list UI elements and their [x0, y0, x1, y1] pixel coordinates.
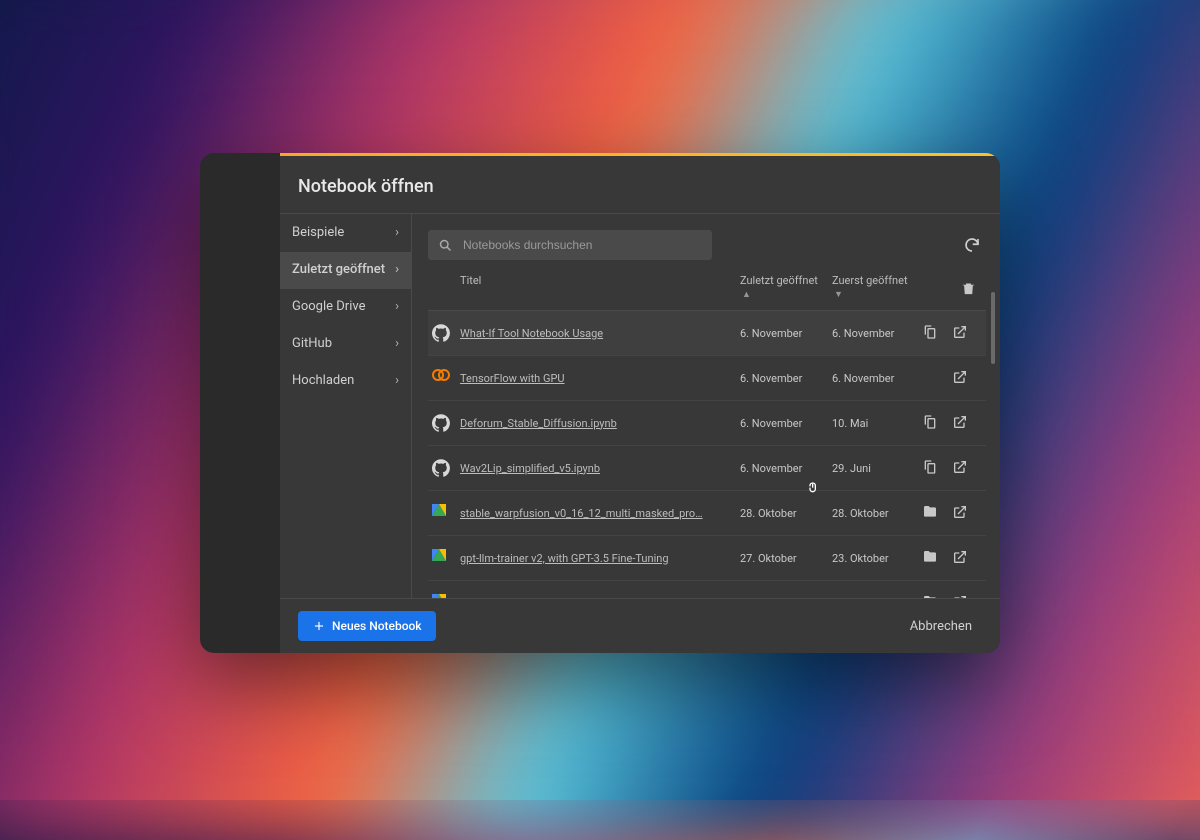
copy-to-drive-button[interactable]: [922, 459, 952, 478]
scrollbar-thumb[interactable]: [991, 292, 995, 364]
open-in-new-tab-button[interactable]: [952, 504, 982, 523]
search-icon: [438, 238, 453, 253]
sidebar-item-github[interactable]: GitHub ›: [280, 326, 411, 363]
sort-asc-icon: ▲: [740, 289, 751, 300]
copy-to-drive-button[interactable]: [922, 414, 952, 433]
notebook-row[interactable]: Wav2Lip_simplified_v5.ipynb6. November29…: [428, 446, 986, 491]
new-notebook-label: Neues Notebook: [332, 619, 422, 633]
drive-icon: [432, 549, 450, 567]
notebook-row[interactable]: gpt-llm-trainer v2, with GPT-3.5 Fine-Tu…: [428, 536, 986, 581]
drive-icon: [432, 594, 450, 598]
notebook-row[interactable]: Deforum_Stable_Diffusion.ipynb6. Novembe…: [428, 401, 986, 446]
last-opened-date: 6. November: [740, 372, 832, 385]
chevron-right-icon: ›: [395, 262, 399, 279]
sidebar-item-label: Beispiele: [292, 225, 344, 242]
open-in-new-tab-button[interactable]: [952, 324, 982, 343]
first-opened-date: 6. November: [832, 327, 922, 340]
drive-icon: [432, 504, 450, 522]
column-header-last-opened[interactable]: Zuletzt geöffnet▲: [740, 274, 832, 300]
open-in-new-tab-button[interactable]: [952, 549, 982, 568]
last-opened-date: 6. November: [740, 462, 832, 475]
chevron-right-icon: ›: [395, 373, 399, 390]
open-in-new-tab-button[interactable]: [952, 369, 982, 388]
notebook-title-link[interactable]: TensorFlow with GPU: [460, 372, 740, 385]
dialog-title: Notebook öffnen: [280, 156, 1000, 213]
search-input[interactable]: [463, 238, 702, 252]
new-notebook-button[interactable]: Neues Notebook: [298, 611, 436, 641]
copy-to-drive-button[interactable]: [922, 504, 952, 523]
sidebar-item-label: Google Drive: [292, 299, 365, 316]
notebook-title-link[interactable]: Wav2Lip_simplified_v5.ipynb: [460, 462, 740, 475]
trash-icon: [961, 281, 976, 296]
last-opened-date: 6. November: [740, 327, 832, 340]
first-opened-date: 29. Juni: [832, 462, 922, 475]
refresh-icon: [963, 236, 981, 254]
github-icon: [432, 324, 450, 342]
tensorflow-icon: [432, 369, 450, 387]
colab-window: bos erworben ha ittyp ändern än rkeit Zu…: [200, 153, 1000, 653]
sidebar-item-recent[interactable]: Zuletzt geöffnet ›: [280, 252, 411, 289]
notebook-row[interactable]: TensorFlow with GPU6. November6. Novembe…: [428, 356, 986, 401]
column-header-title[interactable]: Titel: [460, 274, 740, 287]
first-opened-date: 23. Oktober: [832, 552, 922, 565]
sidebar-item-label: GitHub: [292, 336, 332, 353]
notebook-row[interactable]: stable_warpfusion_v0_16_12_multi_masked_…: [428, 491, 986, 536]
dialog-footer: Neues Notebook Abbrechen: [280, 598, 1000, 653]
last-opened-date: 27. Oktober: [740, 552, 832, 565]
notebook-row[interactable]: What-If Tool Notebook Usage6. November6.…: [428, 311, 986, 356]
copy-to-drive-button[interactable]: [922, 549, 952, 568]
copy-to-drive-button[interactable]: [922, 324, 952, 343]
first-opened-date: 6. November: [832, 372, 922, 385]
github-icon: [432, 414, 450, 432]
sidebar-item-google-drive[interactable]: Google Drive ›: [280, 289, 411, 326]
search-box[interactable]: [428, 230, 712, 260]
open-in-new-tab-button[interactable]: [952, 459, 982, 478]
sidebar-item-examples[interactable]: Beispiele ›: [280, 215, 411, 252]
notebook-title-link[interactable]: Deforum_Stable_Diffusion.ipynb: [460, 417, 740, 430]
first-opened-date: 28. Oktober: [832, 507, 922, 520]
chevron-right-icon: ›: [395, 299, 399, 316]
column-header-first-opened[interactable]: Zuerst geöffnet▼: [832, 274, 922, 300]
chevron-right-icon: ›: [395, 336, 399, 353]
open-notebook-dialog: Notebook öffnen Beispiele › Zuletzt geöf…: [280, 156, 1000, 653]
refresh-button[interactable]: [958, 231, 986, 259]
source-sidebar: Beispiele › Zuletzt geöffnet › Google Dr…: [280, 213, 412, 598]
notebook-row[interactable]: roop-one-click-deepfake.ipynb12. Oktober…: [428, 581, 986, 598]
cancel-button[interactable]: Abbrechen: [900, 613, 982, 640]
first-opened-date: 10. Mai: [832, 417, 922, 430]
sidebar-item-label: Hochladen: [292, 373, 354, 390]
plus-icon: [312, 619, 326, 633]
modal-accent-bar: [280, 153, 1000, 156]
delete-column-button[interactable]: [954, 274, 982, 302]
sort-desc-icon: ▼: [832, 289, 843, 300]
last-opened-date: 6. November: [740, 417, 832, 430]
open-in-new-tab-button[interactable]: [952, 414, 982, 433]
notebook-title-link[interactable]: gpt-llm-trainer v2, with GPT-3.5 Fine-Tu…: [460, 552, 740, 565]
chevron-right-icon: ›: [395, 225, 399, 242]
notebook-list-panel: Titel Zuletzt geöffnet▲ Zuerst geöffnet▼…: [412, 213, 1000, 598]
sidebar-item-label: Zuletzt geöffnet: [292, 262, 385, 279]
last-opened-date: 28. Oktober: [740, 507, 832, 520]
notebook-title-link[interactable]: stable_warpfusion_v0_16_12_multi_masked_…: [460, 507, 740, 520]
github-icon: [432, 459, 450, 477]
notebook-title-link[interactable]: What-If Tool Notebook Usage: [460, 327, 740, 340]
sidebar-item-upload[interactable]: Hochladen ›: [280, 363, 411, 400]
